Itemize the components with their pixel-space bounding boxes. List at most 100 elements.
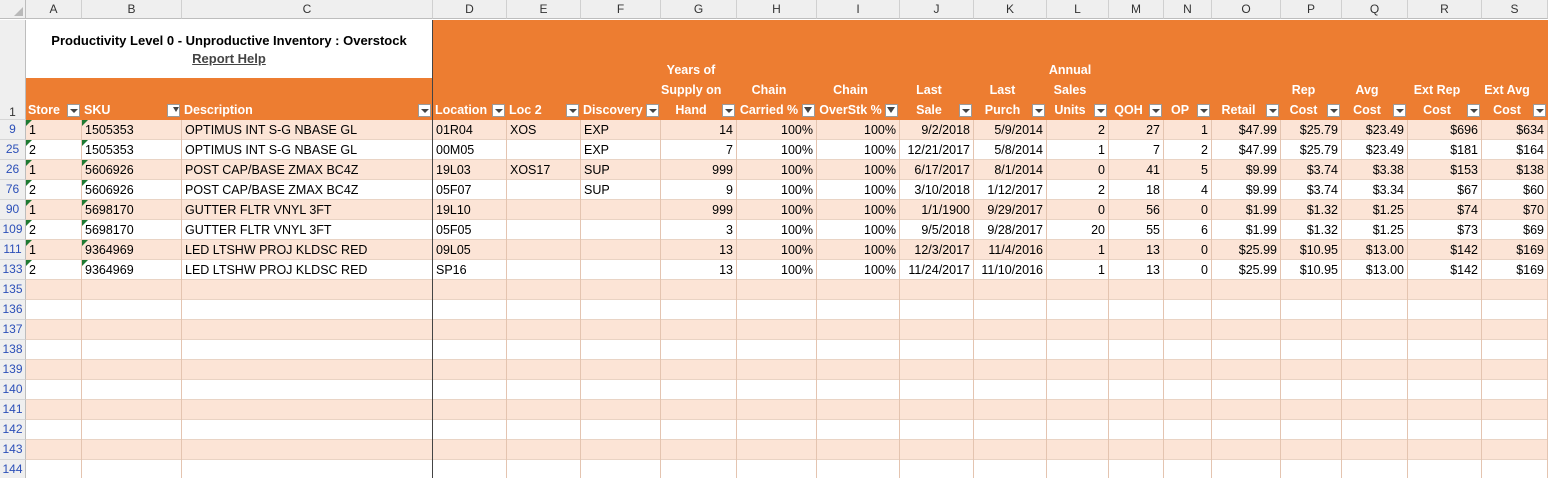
- cell-g76[interactable]: 9: [661, 180, 737, 200]
- cell-e133[interactable]: [507, 260, 581, 280]
- cell-a139[interactable]: [26, 360, 82, 380]
- cell-i144[interactable]: [817, 460, 900, 478]
- cell-l133[interactable]: 1: [1047, 260, 1109, 280]
- cell-k143[interactable]: [974, 440, 1047, 460]
- cell-l9[interactable]: 2: [1047, 120, 1109, 140]
- cell-o90[interactable]: $1.99: [1212, 200, 1281, 220]
- dropdown-icon[interactable]: [1197, 104, 1210, 117]
- cell-s25[interactable]: $164: [1482, 140, 1548, 160]
- cell-n138[interactable]: [1164, 340, 1212, 360]
- cell-o143[interactable]: [1212, 440, 1281, 460]
- row-header-138[interactable]: 138: [0, 340, 26, 360]
- row-header-143[interactable]: 143: [0, 440, 26, 460]
- cell-d140[interactable]: [433, 380, 507, 400]
- cell-h76[interactable]: 100%: [737, 180, 817, 200]
- cell-k109[interactable]: 9/28/2017: [974, 220, 1047, 240]
- cell-o138[interactable]: [1212, 340, 1281, 360]
- cell-m111[interactable]: 13: [1109, 240, 1164, 260]
- cell-c142[interactable]: [182, 420, 433, 440]
- cell-g137[interactable]: [661, 320, 737, 340]
- cell-m90[interactable]: 56: [1109, 200, 1164, 220]
- cell-b90[interactable]: 5698170: [82, 200, 182, 220]
- column-header-d[interactable]: D: [433, 0, 507, 19]
- cell-e142[interactable]: [507, 420, 581, 440]
- cell-p109[interactable]: $1.32: [1281, 220, 1342, 240]
- cell-j144[interactable]: [900, 460, 974, 478]
- cell-l144[interactable]: [1047, 460, 1109, 478]
- cell-n141[interactable]: [1164, 400, 1212, 420]
- cell-h90[interactable]: 100%: [737, 200, 817, 220]
- cell-m140[interactable]: [1109, 380, 1164, 400]
- column-header-k[interactable]: K: [974, 0, 1047, 19]
- cell-d137[interactable]: [433, 320, 507, 340]
- cell-d111[interactable]: 09L05: [433, 240, 507, 260]
- cell-a141[interactable]: [26, 400, 82, 420]
- cell-j133[interactable]: 11/24/2017: [900, 260, 974, 280]
- cell-n139[interactable]: [1164, 360, 1212, 380]
- cell-l137[interactable]: [1047, 320, 1109, 340]
- column-header-a[interactable]: A: [26, 0, 82, 19]
- cell-q138[interactable]: [1342, 340, 1408, 360]
- dropdown-icon[interactable]: [1393, 104, 1406, 117]
- cell-s137[interactable]: [1482, 320, 1548, 340]
- cell-e136[interactable]: [507, 300, 581, 320]
- cell-g141[interactable]: [661, 400, 737, 420]
- cell-g139[interactable]: [661, 360, 737, 380]
- cell-n140[interactable]: [1164, 380, 1212, 400]
- cell-d133[interactable]: SP16: [433, 260, 507, 280]
- cell-r9[interactable]: $696: [1408, 120, 1482, 140]
- cell-e141[interactable]: [507, 400, 581, 420]
- cell-f26[interactable]: SUP: [581, 160, 661, 180]
- filter-funnel-icon[interactable]: [885, 104, 898, 117]
- cell-h142[interactable]: [737, 420, 817, 440]
- cell-a142[interactable]: [26, 420, 82, 440]
- cell-i9[interactable]: 100%: [817, 120, 900, 140]
- cell-n26[interactable]: 5: [1164, 160, 1212, 180]
- cell-q109[interactable]: $1.25: [1342, 220, 1408, 240]
- cell-g25[interactable]: 7: [661, 140, 737, 160]
- cell-c140[interactable]: [182, 380, 433, 400]
- column-header-b[interactable]: B: [82, 0, 182, 19]
- cell-a111[interactable]: 1: [26, 240, 82, 260]
- cell-g90[interactable]: 999: [661, 200, 737, 220]
- cell-e109[interactable]: [507, 220, 581, 240]
- cell-j9[interactable]: 9/2/2018: [900, 120, 974, 140]
- row-header-111[interactable]: 111: [0, 240, 26, 260]
- cell-s140[interactable]: [1482, 380, 1548, 400]
- cell-d76[interactable]: 05F07: [433, 180, 507, 200]
- dropdown-icon[interactable]: [1094, 104, 1107, 117]
- dropdown-icon[interactable]: [959, 104, 972, 117]
- cell-m144[interactable]: [1109, 460, 1164, 478]
- row-header-90[interactable]: 90: [0, 200, 26, 220]
- cell-b133[interactable]: 9364969: [82, 260, 182, 280]
- dropdown-icon[interactable]: [67, 104, 80, 117]
- column-header-h[interactable]: H: [737, 0, 817, 19]
- cell-a90[interactable]: 1: [26, 200, 82, 220]
- cell-b143[interactable]: [82, 440, 182, 460]
- cell-i111[interactable]: 100%: [817, 240, 900, 260]
- cell-d90[interactable]: 19L10: [433, 200, 507, 220]
- dropdown-icon[interactable]: [1533, 104, 1546, 117]
- cell-k26[interactable]: 8/1/2014: [974, 160, 1047, 180]
- cell-i143[interactable]: [817, 440, 900, 460]
- cell-m136[interactable]: [1109, 300, 1164, 320]
- cell-i135[interactable]: [817, 280, 900, 300]
- dropdown-icon[interactable]: [722, 104, 735, 117]
- column-header-q[interactable]: Q: [1342, 0, 1408, 19]
- cell-f139[interactable]: [581, 360, 661, 380]
- dropdown-icon[interactable]: [1467, 104, 1480, 117]
- cell-f76[interactable]: SUP: [581, 180, 661, 200]
- cell-i90[interactable]: 100%: [817, 200, 900, 220]
- cell-p26[interactable]: $3.74: [1281, 160, 1342, 180]
- cell-n90[interactable]: 0: [1164, 200, 1212, 220]
- cell-i139[interactable]: [817, 360, 900, 380]
- row-header-76[interactable]: 76: [0, 180, 26, 200]
- cell-n25[interactable]: 2: [1164, 140, 1212, 160]
- cell-q135[interactable]: [1342, 280, 1408, 300]
- cell-r109[interactable]: $73: [1408, 220, 1482, 240]
- cell-d139[interactable]: [433, 360, 507, 380]
- cell-k9[interactable]: 5/9/2014: [974, 120, 1047, 140]
- cell-f143[interactable]: [581, 440, 661, 460]
- cell-q139[interactable]: [1342, 360, 1408, 380]
- cell-p76[interactable]: $3.74: [1281, 180, 1342, 200]
